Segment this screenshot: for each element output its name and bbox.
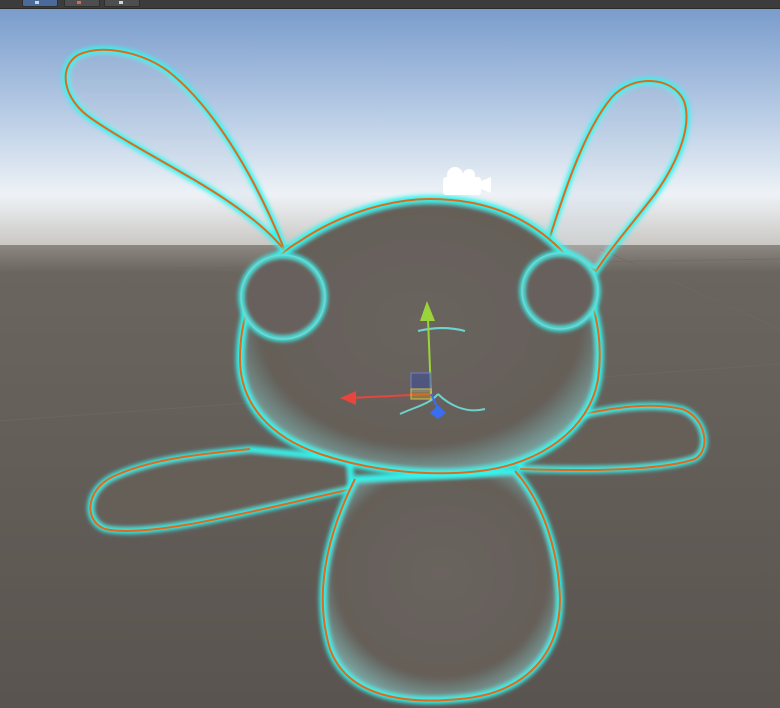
move-tool-button[interactable] bbox=[64, 0, 100, 7]
scene-toolbar bbox=[0, 0, 780, 9]
gizmo-xy-plane-handle[interactable] bbox=[410, 372, 432, 392]
rotate-tool-button[interactable] bbox=[104, 0, 140, 7]
hand-tool-icon bbox=[35, 1, 39, 4]
move-tool-icon bbox=[77, 1, 81, 4]
bunny-body bbox=[319, 467, 564, 704]
hand-tool-button[interactable] bbox=[22, 0, 58, 7]
scene-canvas[interactable] bbox=[0, 9, 780, 708]
rotate-tool-icon bbox=[119, 1, 123, 4]
scene-viewport[interactable] bbox=[0, 9, 780, 708]
bunny-left-cheek bbox=[238, 252, 328, 342]
gizmo-xz-plane-handle[interactable] bbox=[410, 388, 432, 400]
bunny-right-cheek bbox=[519, 250, 601, 332]
